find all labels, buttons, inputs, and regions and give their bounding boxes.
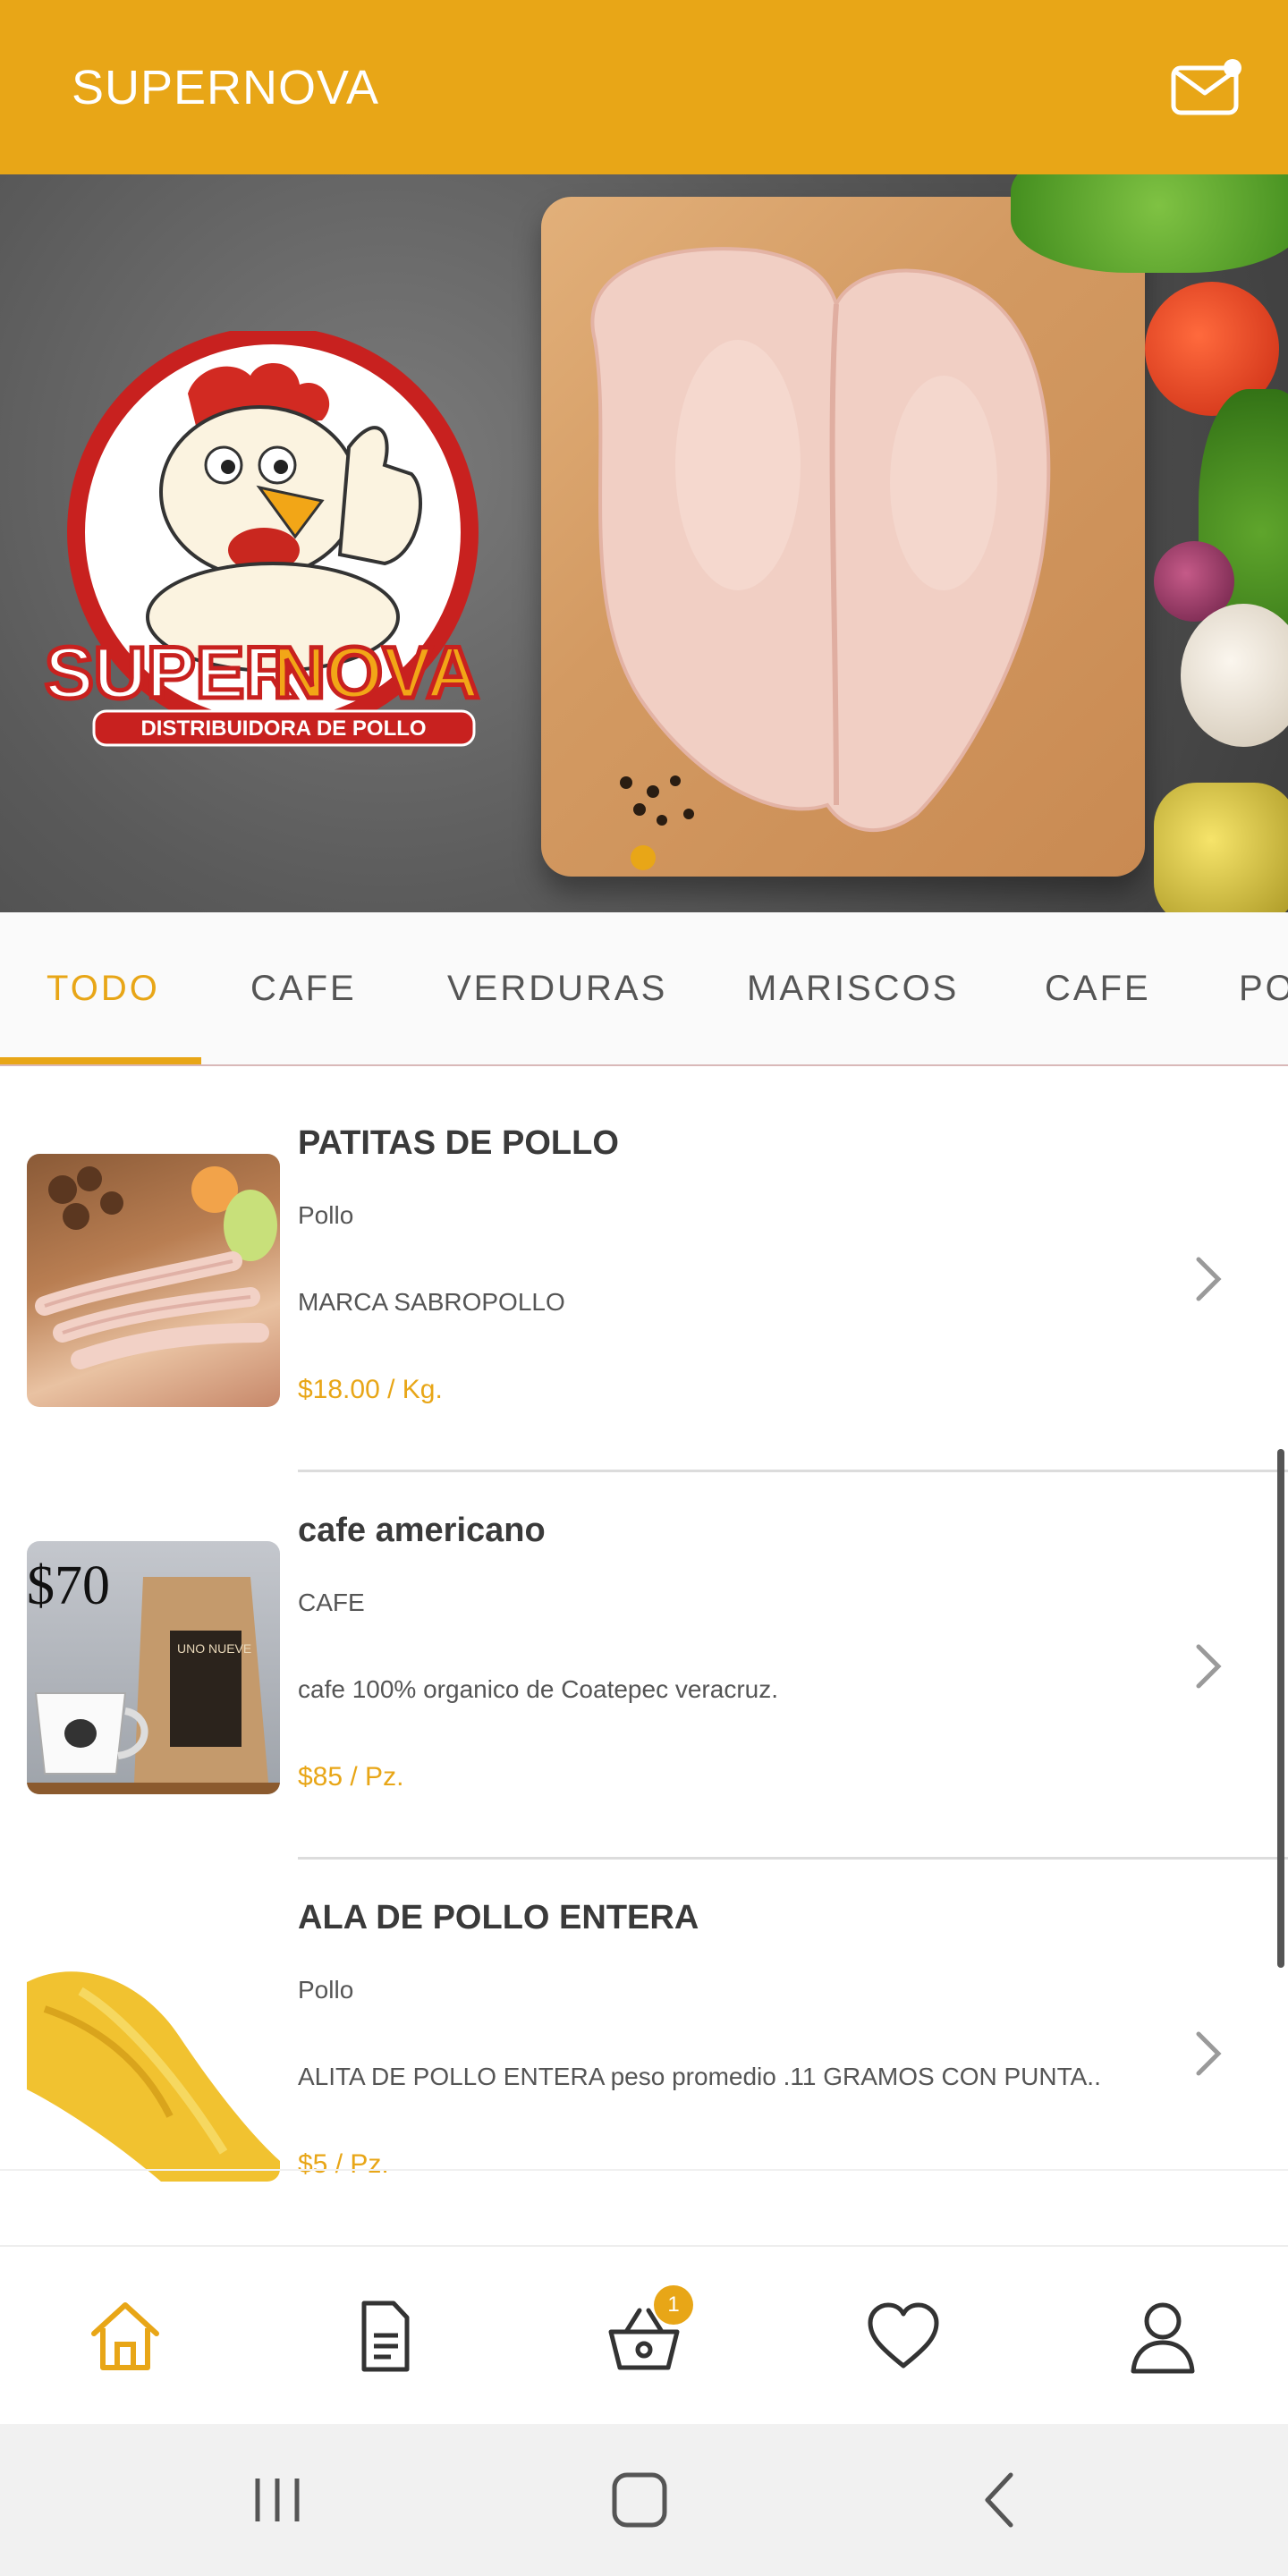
oil-bottle-image	[1154, 783, 1288, 912]
product-category: Pollo	[298, 1976, 354, 2004]
tab-label: TODO	[47, 968, 160, 1008]
mail-notification-icon[interactable]	[1168, 58, 1243, 116]
heart-icon[interactable]	[863, 2296, 944, 2377]
tab-label: CAFE	[1045, 968, 1151, 1008]
product-image-chicken-feet	[27, 1154, 280, 1407]
product-name: ALA DE POLLO ENTERA	[298, 1899, 699, 1936]
item-divider	[298, 1857, 1288, 1860]
logo-text-super: SUPER	[45, 632, 298, 714]
tab-cafe-2[interactable]: CAFE	[1045, 912, 1151, 1064]
product-price: $18.00 / Kg.	[298, 1375, 443, 1404]
active-tab-indicator	[0, 1057, 201, 1064]
chevron-right-icon[interactable]	[1190, 1640, 1229, 1693]
tab-pollo[interactable]: PO	[1239, 912, 1288, 1064]
supernova-logo: SUPER NOVA DISTRIBUIDORA DE POLLO	[27, 326, 514, 778]
product-description: ALITA DE POLLO ENTERA peso promedio .11 …	[298, 2063, 1101, 2090]
bottom-navigation: 1	[0, 2245, 1288, 2424]
garlic-image	[1181, 604, 1288, 747]
tab-label: MARISCOS	[747, 968, 960, 1008]
document-icon[interactable]	[344, 2296, 425, 2377]
basket-icon[interactable]: 1	[604, 2285, 693, 2377]
logo-subtitle: DISTRIBUIDORA DE POLLO	[140, 716, 426, 741]
tab-verduras[interactable]: VERDURAS	[447, 912, 667, 1064]
product-category: CAFE	[298, 1589, 365, 1616]
system-navigation-bar	[0, 2424, 1288, 2576]
lettuce-image	[1011, 174, 1288, 273]
product-price: $85 / Pz.	[298, 1762, 404, 1792]
product-item[interactable]: PATITAS DE POLLO Pollo MARCA SABROPOLLO …	[0, 1087, 1288, 1474]
back-icon[interactable]	[966, 2464, 1038, 2536]
tab-mariscos[interactable]: MARISCOS	[747, 912, 959, 1064]
list-scrollbar[interactable]	[1277, 1449, 1284, 1968]
tab-label: CAFE	[250, 968, 357, 1008]
category-tabs: TODO CAFE VERDURAS MARISCOS CAFE PO	[0, 912, 1288, 1066]
product-price: $5 / Pz.	[298, 2149, 389, 2179]
pepper-corns	[608, 765, 716, 836]
product-description: MARCA SABROPOLLO	[298, 1288, 565, 1316]
list-fade-divider	[0, 2169, 1288, 2171]
chevron-right-icon[interactable]	[1190, 2027, 1229, 2080]
recent-apps-icon[interactable]	[242, 2464, 313, 2536]
product-image-coffee: $70 UNO NUEVE	[27, 1541, 280, 1794]
cart-count-badge: 1	[654, 2285, 693, 2325]
home-icon[interactable]	[85, 2296, 165, 2377]
tab-cafe[interactable]: CAFE	[250, 912, 357, 1064]
logo-text-nova: NOVA	[273, 632, 479, 714]
product-description: cafe 100% organico de Coatepec veracruz.	[298, 1675, 778, 1703]
home-circle-icon[interactable]	[604, 2464, 675, 2536]
app-bar: SUPERNOVA	[0, 0, 1288, 174]
item-divider	[298, 1470, 1288, 1472]
product-item[interactable]: ALA DE POLLO ENTERA Pollo ALITA DE POLLO…	[0, 1861, 1288, 2245]
tab-label: PO	[1239, 968, 1288, 1008]
product-image-chicken-wing	[27, 1928, 280, 2182]
image-price-text: $70	[27, 1555, 110, 1616]
app-title: SUPERNOVA	[72, 60, 380, 114]
product-list: PATITAS DE POLLO Pollo MARCA SABROPOLLO …	[0, 1087, 1288, 2245]
chevron-right-icon[interactable]	[1190, 1252, 1229, 1306]
product-name: cafe americano	[298, 1512, 546, 1549]
tab-todo[interactable]: TODO	[47, 912, 160, 1064]
promo-banner[interactable]: SUPER NOVA DISTRIBUIDORA DE POLLO	[0, 174, 1288, 912]
carousel-dot-indicator[interactable]	[631, 845, 656, 870]
tab-label: VERDURAS	[447, 968, 668, 1008]
product-category: Pollo	[298, 1201, 354, 1229]
image-caption: UNO NUEVE	[177, 1641, 251, 1656]
user-icon[interactable]	[1123, 2296, 1203, 2377]
product-name: PATITAS DE POLLO	[298, 1124, 619, 1162]
product-item[interactable]: $70 UNO NUEVE cafe americano CAFE cafe 1…	[0, 1474, 1288, 1861]
